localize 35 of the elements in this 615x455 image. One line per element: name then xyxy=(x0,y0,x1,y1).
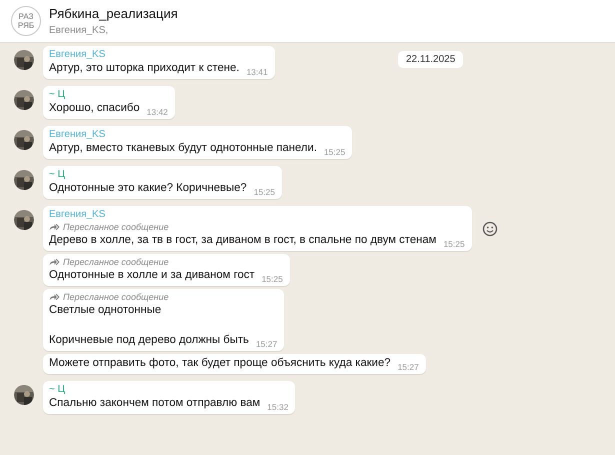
message-time: 15:32 xyxy=(267,402,288,412)
message-text: Хорошо, спасибо xyxy=(49,101,140,116)
sender-name: ~ Ц xyxy=(49,88,66,101)
message-text: Артур, вместо тканевых будут однотонные панели. xyxy=(49,141,317,156)
message-time: 13:42 xyxy=(146,107,168,117)
emoji-icon[interactable] xyxy=(482,220,498,236)
chat-members: Евгения_KS, xyxy=(49,25,110,36)
message-time: 15:25 xyxy=(443,239,465,249)
message-time: 15:25 xyxy=(254,187,275,197)
forwarded-label: Пересланное сообщение xyxy=(63,291,169,303)
forward-icon xyxy=(49,223,60,231)
message-time: 15:25 xyxy=(262,274,283,284)
sender-name: ~ Ц xyxy=(49,383,66,396)
message-time: 15:27 xyxy=(256,339,278,349)
message-time: 13:41 xyxy=(246,67,268,77)
forwarded-label: Пересланное сообщение xyxy=(63,256,169,268)
forward-icon xyxy=(49,258,60,266)
sender-name: Евгения_KS xyxy=(49,128,106,141)
message-text: Можете отправить фото, так будет проще объяснить куда какие? xyxy=(49,356,391,371)
message-text: Однотонные это какие? Коричневые? xyxy=(49,181,247,196)
message-text: Артур, это шторка приходит к стене. xyxy=(49,61,240,76)
sender-name: Евгения_KS xyxy=(49,208,106,221)
message-time: 15:27 xyxy=(398,362,419,372)
forward-icon xyxy=(49,293,60,301)
date-badge: 22.11.2025 xyxy=(398,51,464,68)
group-avatar[interactable]: РАЗ РЯБ xyxy=(11,6,41,36)
message-text: Светлые однотонные Коричневые под дерево должны быть xyxy=(49,303,249,348)
chat-title: Рябкина_реализация xyxy=(49,6,178,21)
message-text: Дерево в холле, за тв в гост, за диваном в гост, в спальне по двум стенам xyxy=(49,233,436,248)
forwarded-label: Пересланное сообщение xyxy=(63,221,169,233)
message-text: Однотонные в холле и за диваном гост xyxy=(49,268,255,283)
message-text: Спальню закончем потом отправлю вам xyxy=(49,396,260,411)
sender-name: ~ Ц xyxy=(49,168,66,181)
message-time: 15:25 xyxy=(324,147,346,157)
sender-name: Евгения_KS xyxy=(49,48,106,61)
